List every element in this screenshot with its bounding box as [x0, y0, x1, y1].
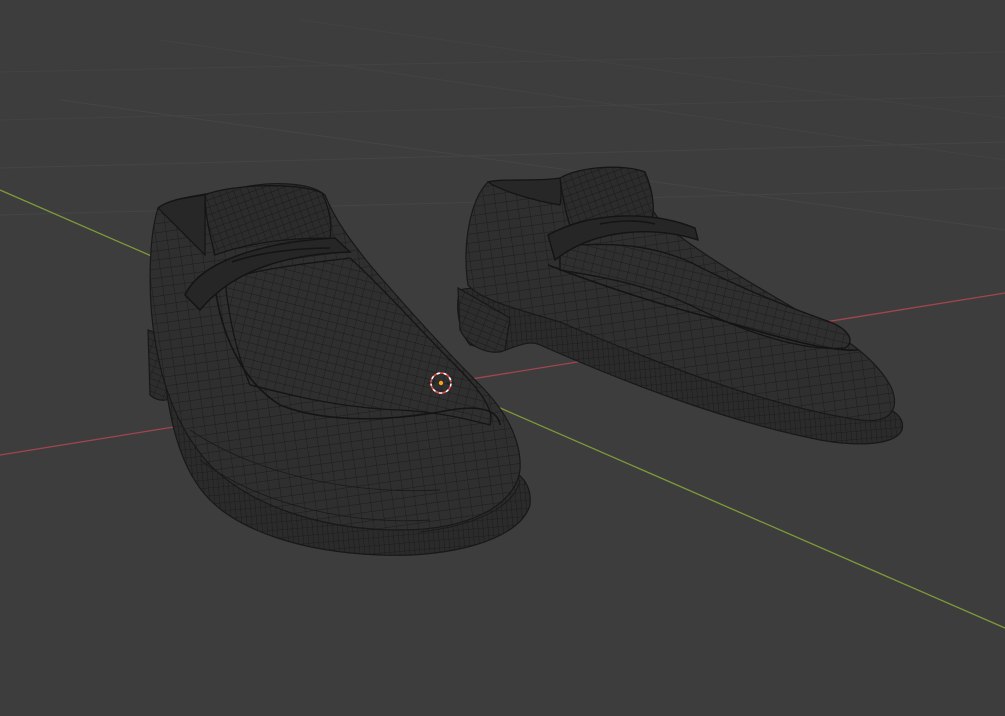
object-origin-icon: [437, 379, 444, 386]
3d-viewport[interactable]: [0, 0, 1005, 716]
viewport-canvas[interactable]: [0, 0, 1005, 716]
right-loafer-mesh[interactable]: [457, 166, 904, 445]
